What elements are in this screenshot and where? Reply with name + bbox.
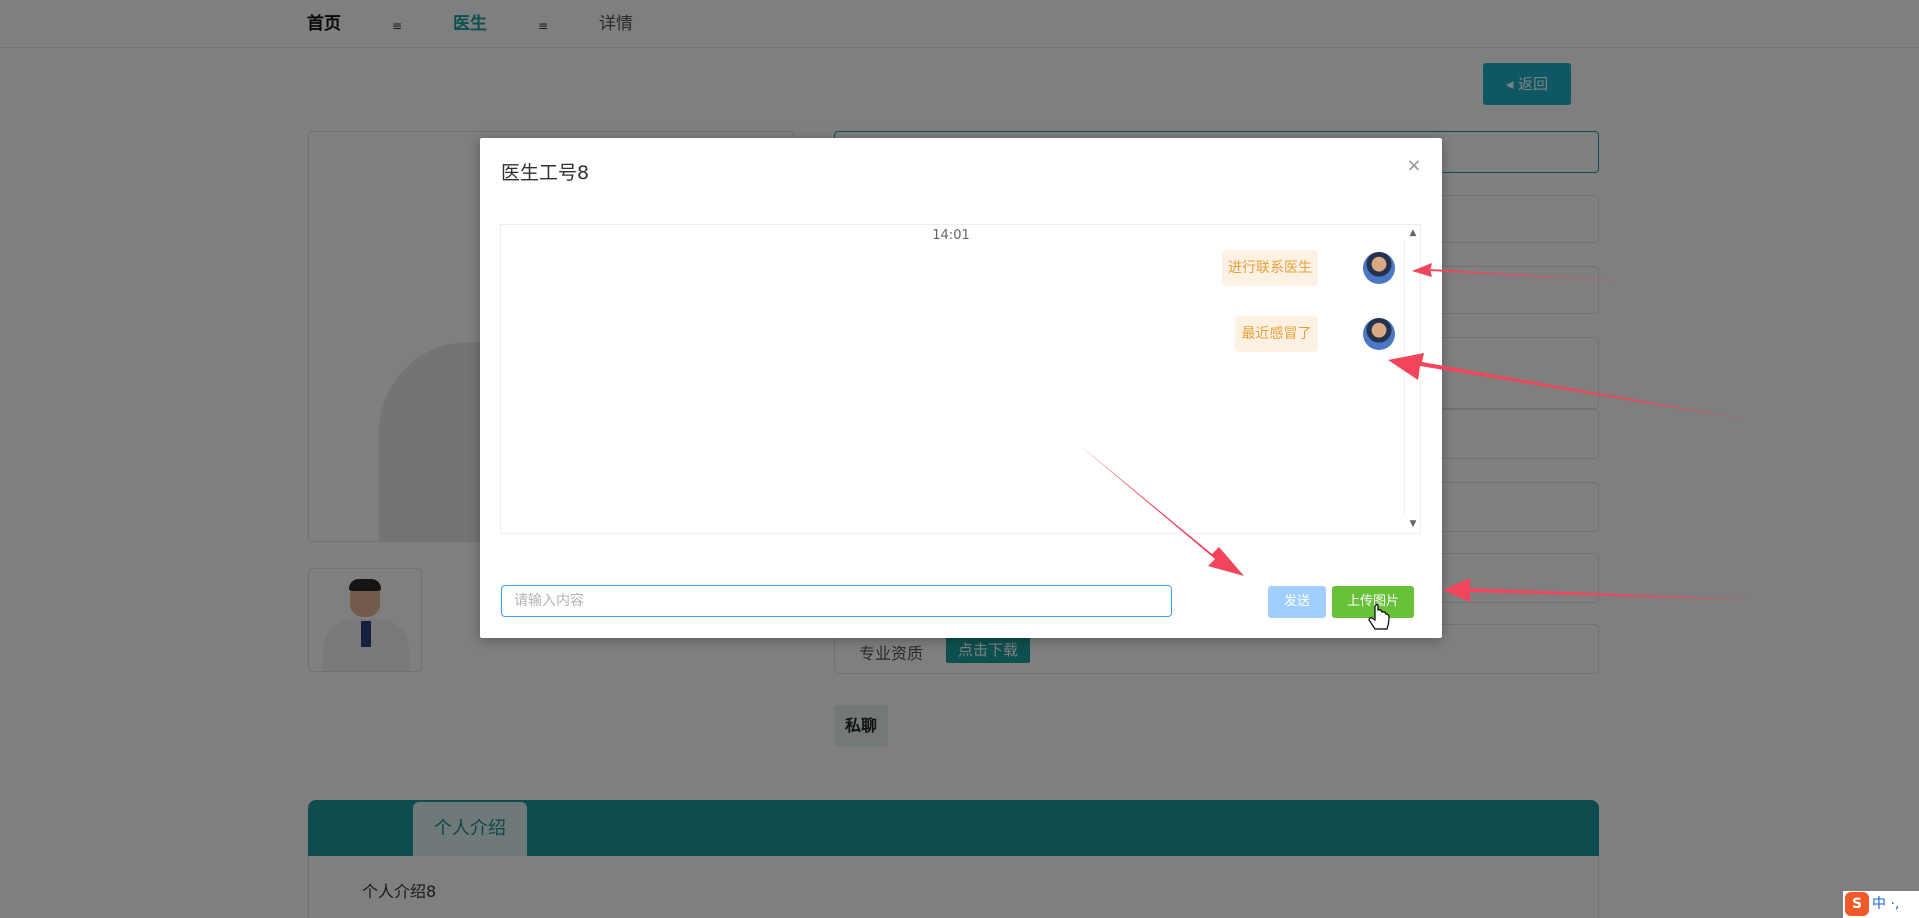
user-avatar [1363, 318, 1395, 350]
send-button[interactable]: 发送 [1268, 586, 1326, 618]
chat-dialog: 医生工号8 × 14:01 ▲ ▼ 进行联系医生 最近感冒了 发送 上传图片 [480, 138, 1442, 638]
chat-timestamp: 14:01 [932, 228, 970, 243]
ime-logo-icon: S [1845, 892, 1869, 916]
user-avatar [1363, 252, 1395, 284]
ime-mode: 中 ·, [1872, 896, 1900, 912]
message-bubble: 进行联系医生 [1222, 250, 1318, 286]
dialog-title: 医生工号8 [501, 162, 590, 184]
scroll-down-icon[interactable]: ▼ [1408, 519, 1418, 529]
upload-image-button[interactable]: 上传图片 [1332, 586, 1414, 618]
ime-indicator[interactable]: S中 ·, [1843, 891, 1919, 918]
message-bubble: 最近感冒了 [1235, 316, 1318, 352]
chat-messages[interactable]: 14:01 ▲ ▼ 进行联系医生 最近感冒了 [500, 224, 1421, 534]
scroll-up-icon[interactable]: ▲ [1408, 228, 1418, 238]
message-input[interactable] [501, 585, 1172, 617]
scrollbar[interactable] [1404, 239, 1420, 517]
close-icon[interactable]: × [1404, 156, 1424, 176]
